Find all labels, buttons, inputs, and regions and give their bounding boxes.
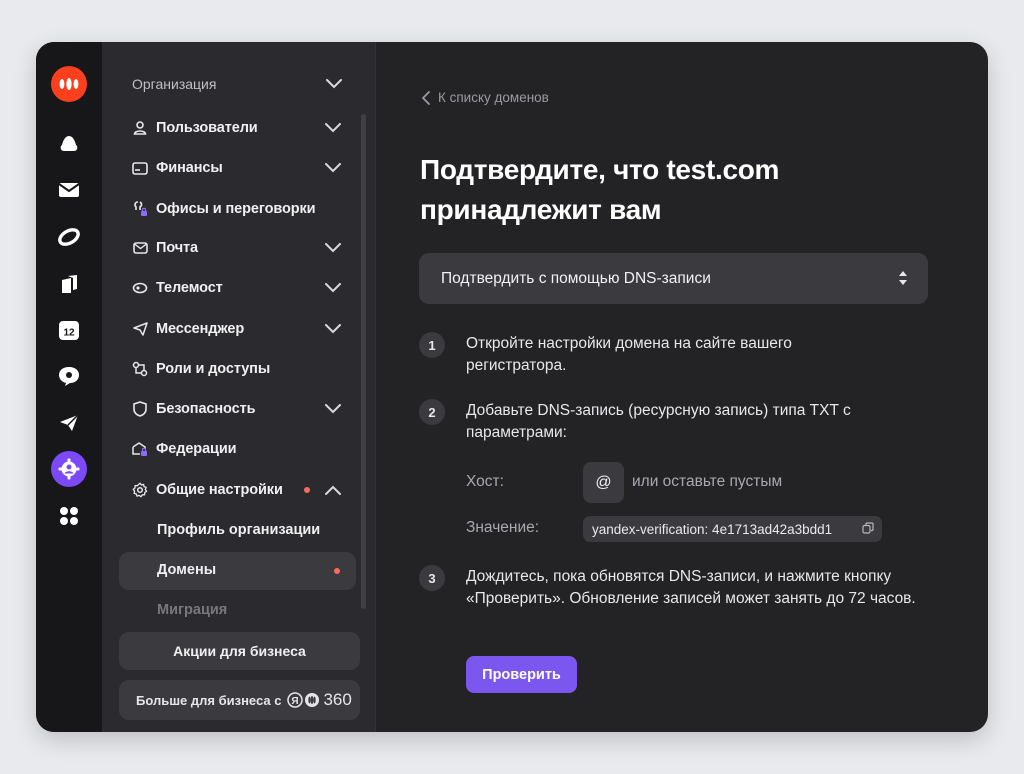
gear-icon bbox=[132, 482, 148, 498]
host-label: Хост: bbox=[466, 473, 504, 490]
check-button[interactable]: Проверить bbox=[466, 656, 577, 693]
sidebar-subitem-org-profile[interactable]: Профиль организации bbox=[157, 518, 357, 542]
sidebar-item-roles[interactable]: Роли и доступы bbox=[132, 356, 342, 382]
mail-icon[interactable] bbox=[51, 172, 87, 208]
select-arrows-icon bbox=[898, 270, 908, 291]
txt-value-field[interactable]: yandex-verification: 4e1713ad42a3bdd1 bbox=[583, 516, 882, 542]
sidebar-item-label: Безопасность bbox=[156, 401, 256, 417]
sidebar-subitem-migration[interactable]: Миграция bbox=[157, 598, 357, 622]
sidebar-item-label: Федерации bbox=[156, 441, 237, 457]
yandex-360-logo-icon[interactable] bbox=[51, 66, 87, 102]
step-text: Добавьте DNS-запись (ресурсную запись) т… bbox=[466, 402, 851, 441]
verification-method-select[interactable]: Подтвердить с помощью DNS-записи bbox=[419, 253, 928, 304]
card-icon bbox=[132, 160, 148, 176]
organization-label: Организация bbox=[132, 76, 217, 92]
telemost-icon bbox=[132, 280, 148, 296]
service-rail: 12 bbox=[36, 42, 102, 732]
brand-number: 360 bbox=[323, 690, 352, 709]
sidebar-item-label: Общие настройки bbox=[156, 482, 283, 498]
calendar-day: 12 bbox=[63, 328, 75, 339]
step-text: Откройте настройки домена на сайте вашег… bbox=[466, 335, 792, 374]
sidebar-item-label: Роли и доступы bbox=[156, 361, 271, 377]
sidebar-subitem-label: Домены bbox=[157, 562, 217, 578]
federation-lock-icon bbox=[132, 441, 148, 457]
shield-icon bbox=[132, 401, 148, 417]
sidebar-item-offices[interactable]: Офисы и переговорки bbox=[132, 196, 342, 222]
back-to-domains-link[interactable]: К списку доменов bbox=[422, 90, 549, 105]
notification-dot bbox=[334, 568, 340, 574]
page-title-line1: Подтвердите, что test.com bbox=[420, 154, 780, 185]
sidebar-item-finance[interactable]: Финансы bbox=[132, 155, 342, 181]
host-hint: или оставьте пустым bbox=[632, 473, 783, 490]
admin-icon[interactable] bbox=[51, 451, 87, 487]
step-number: 2 bbox=[419, 399, 445, 425]
sidebar-item-users[interactable]: Пользователи bbox=[132, 115, 342, 141]
chevron-down-icon bbox=[324, 119, 342, 137]
value-label: Значение: bbox=[466, 519, 540, 536]
verification-method-value: Подтвердить с помощью DNS-записи bbox=[441, 269, 711, 287]
send-icon[interactable] bbox=[51, 405, 87, 441]
calendar-icon[interactable]: 12 bbox=[51, 312, 87, 348]
more-for-business-button[interactable]: Больше для бизнеса с Я 360 bbox=[119, 680, 360, 720]
sidebar-item-label: Офисы и переговорки bbox=[156, 201, 316, 217]
step-text: Дождитесь, пока обновятся DNS-записи, и … bbox=[466, 568, 916, 607]
sidebar-item-messenger[interactable]: Мессенджер bbox=[132, 316, 342, 342]
chevron-down-icon bbox=[324, 320, 342, 338]
chevron-down-icon bbox=[326, 76, 342, 92]
sidebar-item-label: Финансы bbox=[156, 160, 223, 176]
sidebar-item-label: Почта bbox=[156, 240, 199, 256]
mail-icon bbox=[132, 240, 148, 256]
sidebar-item-general-settings[interactable]: Общие настройки bbox=[132, 477, 342, 503]
documents-icon[interactable] bbox=[51, 266, 87, 302]
sidebar-item-federations[interactable]: Федерации bbox=[132, 436, 342, 462]
chevron-down-icon bbox=[324, 159, 342, 177]
roles-icon bbox=[132, 361, 148, 377]
organization-selector[interactable]: Организация bbox=[132, 72, 342, 96]
sidebar-item-label: Пользователи bbox=[156, 120, 258, 136]
chevron-left-icon bbox=[422, 90, 430, 105]
back-link-label: К списку доменов bbox=[438, 90, 549, 105]
notification-dot bbox=[304, 487, 310, 493]
user-icon bbox=[132, 120, 148, 136]
chevron-down-icon bbox=[324, 279, 342, 297]
page-title-line2: принадлежит вам bbox=[420, 194, 662, 225]
apps-icon[interactable] bbox=[51, 498, 87, 534]
step-number: 3 bbox=[419, 565, 445, 591]
main-content: К списку доменов Подтвердите, что test.c… bbox=[376, 42, 988, 732]
sidebar-scrollbar[interactable] bbox=[361, 114, 366, 609]
copy-icon[interactable] bbox=[862, 522, 874, 537]
chevron-up-icon bbox=[324, 481, 342, 499]
sidebar-item-label: Мессенджер bbox=[156, 321, 245, 337]
more-for-business-label: Больше для бизнеса с bbox=[136, 692, 282, 708]
sidebar-item-security[interactable]: Безопасность bbox=[132, 396, 342, 422]
send-icon bbox=[132, 321, 148, 337]
host-value-field[interactable]: @ bbox=[583, 462, 624, 503]
app-window: 12 Организация Пользователи Финансы Офис… bbox=[36, 42, 988, 732]
svg-text:Я: Я bbox=[292, 696, 299, 707]
sidebar-item-telemost[interactable]: Телемост bbox=[132, 275, 342, 301]
page-title: Подтвердите, что test.com принадлежит ва… bbox=[420, 150, 890, 230]
office-lock-icon bbox=[132, 201, 148, 217]
txt-value: yandex-verification: 4e1713ad42a3bdd1 bbox=[592, 521, 833, 537]
step-number: 1 bbox=[419, 332, 445, 358]
yandex-360-brand-icon: Я bbox=[287, 691, 321, 709]
chevron-down-icon bbox=[324, 400, 342, 418]
cloud-disk-icon[interactable] bbox=[51, 126, 87, 162]
sidebar-item-label: Телемост bbox=[156, 280, 223, 296]
messenger-icon[interactable] bbox=[51, 358, 87, 394]
sidebar-item-mail[interactable]: Почта bbox=[132, 235, 342, 261]
business-promo-button[interactable]: Акции для бизнеса bbox=[119, 632, 360, 670]
sidebar-subitem-domains[interactable]: Домены bbox=[119, 552, 356, 590]
telemost-icon[interactable] bbox=[51, 219, 87, 255]
chevron-down-icon bbox=[324, 239, 342, 257]
settings-sidebar: Организация bbox=[102, 42, 376, 732]
